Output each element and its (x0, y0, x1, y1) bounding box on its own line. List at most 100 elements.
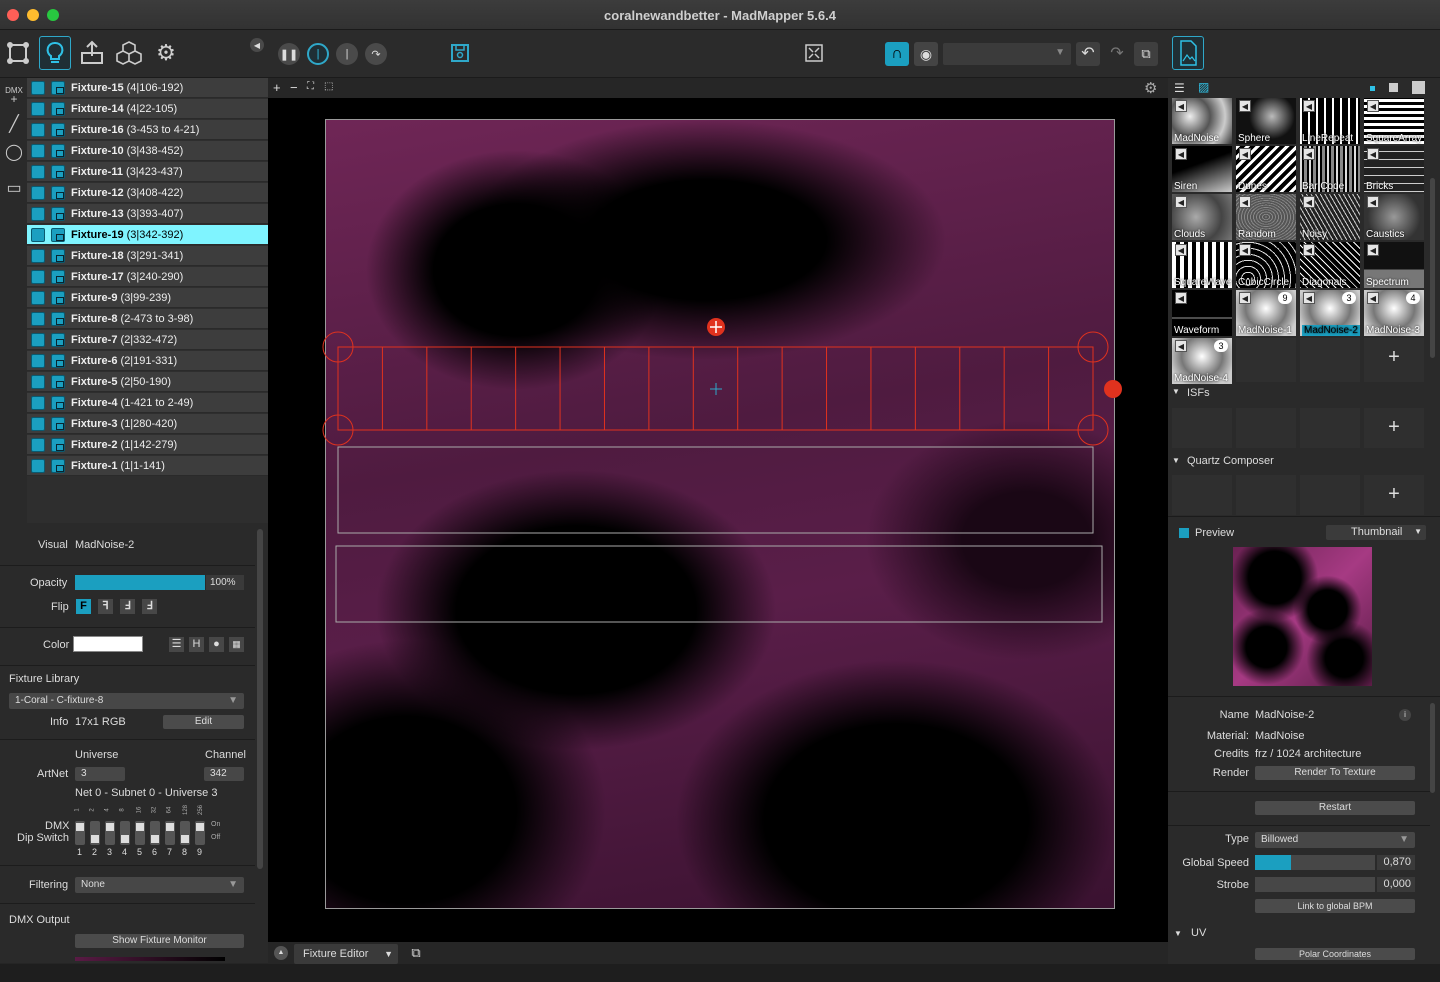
material-thumbnail[interactable]: ◀ Spectrum (1364, 242, 1424, 288)
fixture-row[interactable]: Fixture-13 (3|393-407) (27, 204, 268, 224)
add-quartz-button[interactable]: + (1364, 475, 1424, 515)
visibility-checkbox[interactable] (31, 248, 45, 263)
dip-switch-toggle[interactable] (90, 821, 100, 845)
lock-icon[interactable] (51, 143, 65, 158)
fixture-row[interactable]: Fixture-12 (3|408-422) (27, 183, 268, 203)
editor-mode-dropdown[interactable]: Fixture Editor ▼ (294, 944, 398, 964)
lock-icon[interactable] (51, 353, 65, 368)
material-thumbnail[interactable]: ◀ Waveform (1172, 290, 1232, 336)
fixture-row[interactable]: Fixture-8 (2-473 to 3-98) (27, 309, 268, 329)
output-mode-icon[interactable] (76, 36, 108, 70)
visibility-checkbox[interactable] (31, 143, 45, 158)
fixture-row[interactable]: Fixture-15 (4|106-192) (27, 78, 268, 98)
dip-switch-toggle[interactable] (180, 821, 190, 845)
play-icon[interactable]: ◀ (1303, 292, 1315, 304)
empty-material-slot[interactable] (1236, 338, 1296, 382)
play-icon[interactable]: ◀ (1367, 148, 1379, 160)
lock-icon[interactable] (51, 290, 65, 305)
render-to-texture-button[interactable]: Render To Texture (1255, 766, 1415, 780)
lock-icon[interactable] (51, 122, 65, 137)
lock-icon[interactable] (51, 395, 65, 410)
flip-none-icon[interactable]: F (76, 599, 91, 614)
preview-checkbox[interactable] (1179, 528, 1189, 538)
strobe-value[interactable]: 0,000 (1377, 877, 1415, 892)
large-thumb-size-icon[interactable] (1412, 81, 1425, 94)
settings-gear-icon[interactable]: ⚙ (150, 36, 182, 70)
play-icon[interactable]: ◀ (1239, 196, 1251, 208)
preview-mode-dropdown[interactable]: Thumbnail ▼ (1326, 525, 1426, 540)
play-icon[interactable]: ◀ (1239, 100, 1251, 112)
isf-slot[interactable] (1236, 408, 1296, 448)
lock-icon[interactable] (51, 227, 65, 242)
pause-button[interactable]: ❚❚ (278, 43, 300, 65)
play-icon[interactable]: ◀ (1367, 292, 1379, 304)
visibility-checkbox[interactable] (31, 164, 45, 179)
fixture-row[interactable]: Fixture-2 (1|142-279) (27, 435, 268, 455)
chevron-down-icon[interactable]: ▼ (1172, 456, 1180, 465)
material-thumbnail[interactable]: ◀ MadNoise (1172, 98, 1232, 144)
fixture-row[interactable]: Fixture-7 (2|332-472) (27, 330, 268, 350)
play-icon[interactable]: ◀ (1239, 292, 1251, 304)
expand-up-icon[interactable]: ▲ (274, 946, 288, 960)
flip-both-icon[interactable]: Ⅎ (142, 599, 157, 614)
link-global-bpm-button[interactable]: Link to global BPM (1255, 899, 1415, 913)
play-icon[interactable]: ◀ (1367, 244, 1379, 256)
play-icon[interactable]: ◀ (1303, 244, 1315, 256)
fixture-row[interactable]: Fixture-9 (3|99-239) (27, 288, 268, 308)
surfaces-mode-icon[interactable] (2, 36, 34, 70)
output-window-icon[interactable]: ⧉ (1134, 42, 1158, 66)
lock-icon[interactable] (51, 311, 65, 326)
visibility-checkbox[interactable] (31, 122, 45, 137)
save-icon[interactable] (444, 36, 476, 70)
visibility-checkbox[interactable] (31, 332, 45, 347)
fullscreen-icon[interactable] (798, 36, 830, 70)
add-material-button[interactable]: + (1364, 338, 1424, 382)
play-icon[interactable]: ◀ (1239, 244, 1251, 256)
color-wheel-icon[interactable]: ● (209, 637, 224, 652)
opacity-slider[interactable] (75, 575, 205, 590)
material-thumbnail[interactable]: ◀ Noisy (1300, 194, 1360, 240)
fixture-row[interactable]: Fixture-16 (3-453 to 4-21) (27, 120, 268, 140)
play-icon[interactable]: ◀ (1175, 292, 1187, 304)
material-thumbnail[interactable]: ◀ 3 MadNoise-2 (1300, 290, 1360, 336)
edit-button[interactable]: Edit (163, 715, 244, 729)
type-dropdown[interactable]: Billowed ▼ (1255, 832, 1415, 848)
flip-vertical-icon[interactable]: Ⅎ (120, 599, 135, 614)
restart-button[interactable]: Restart (1255, 801, 1415, 815)
visibility-checkbox[interactable] (31, 374, 45, 389)
material-thumbnail[interactable]: ◀ Random (1236, 194, 1296, 240)
stop-button[interactable]: | (336, 43, 358, 65)
chevron-down-icon[interactable]: ▼ (1174, 929, 1182, 938)
global-speed-value[interactable]: 0,870 (1377, 855, 1415, 870)
material-thumbnail[interactable]: ◀ 4 MadNoise-3 (1364, 290, 1424, 336)
visibility-checkbox[interactable] (31, 227, 45, 242)
material-thumbnail[interactable]: ◀ Clouds (1172, 194, 1232, 240)
visibility-checkbox[interactable] (31, 311, 45, 326)
fixture-row[interactable]: Fixture-4 (1-421 to 2-49) (27, 393, 268, 413)
visibility-checkbox[interactable] (31, 185, 45, 200)
lock-icon[interactable] (51, 458, 65, 473)
visibility-eye-icon[interactable]: ◉ (914, 42, 938, 66)
lock-icon[interactable] (51, 248, 65, 263)
lock-icon[interactable] (51, 416, 65, 431)
opacity-value[interactable]: 100% (206, 575, 244, 590)
lock-icon[interactable] (51, 101, 65, 116)
material-thumbnail[interactable]: ◀ 3 MadNoise-4 (1172, 338, 1232, 384)
strobe-slider[interactable] (1255, 877, 1375, 892)
collapse-left-icon[interactable]: ◀ (250, 38, 264, 52)
color-grid-icon[interactable]: ▦ (229, 637, 244, 652)
media-panel-icon[interactable] (1172, 36, 1204, 70)
fixture-row[interactable]: Fixture-18 (3|291-341) (27, 246, 268, 266)
visibility-checkbox[interactable] (31, 437, 45, 452)
material-thumbnail[interactable]: ◀ Diagonals (1300, 242, 1360, 288)
play-icon[interactable]: ◀ (1367, 100, 1379, 112)
preset-dropdown[interactable]: ▼ (943, 43, 1071, 65)
materials-scrollbar[interactable] (1430, 178, 1435, 358)
material-thumbnail[interactable]: ◀ Siren (1172, 146, 1232, 192)
add-isf-button[interactable]: + (1364, 408, 1424, 448)
fixture-row[interactable]: Fixture-19 (3|342-392) (27, 225, 268, 245)
material-thumbnail[interactable]: ◀ CubicCircle (1236, 242, 1296, 288)
isf-slot[interactable] (1300, 408, 1360, 448)
quartz-slot[interactable] (1300, 475, 1360, 515)
material-thumbnail[interactable]: ◀ Caustics (1364, 194, 1424, 240)
